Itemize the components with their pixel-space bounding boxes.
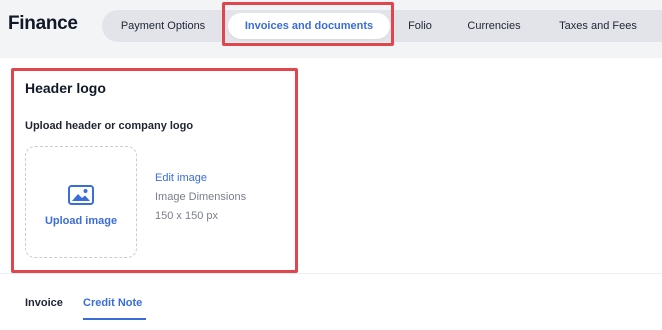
section-divider (0, 273, 662, 274)
page-title: Finance (8, 13, 78, 34)
tab-folio[interactable]: Folio (398, 13, 442, 39)
upload-image-dropzone[interactable]: Upload image (25, 146, 137, 258)
section-subtitle: Upload header or company logo (25, 120, 194, 132)
image-dimensions-label: Image Dimensions (155, 191, 247, 203)
finance-tab-bar: Payment Options Invoices and documents F… (102, 10, 662, 42)
top-bar: Finance Payment Options Invoices and doc… (0, 0, 662, 58)
tab-taxes-and-fees[interactable]: Taxes and Fees (542, 13, 654, 39)
image-dimensions-value: 150 x 150 px (155, 210, 218, 222)
tab-payment-options[interactable]: Payment Options (104, 13, 222, 39)
tab-currencies[interactable]: Currencies (452, 13, 536, 39)
active-tab-underline (83, 318, 146, 320)
doc-tab-invoice[interactable]: Invoice (25, 297, 63, 309)
section-title: Header logo (25, 80, 106, 96)
doc-tab-credit-note[interactable]: Credit Note (83, 297, 142, 309)
edit-image-link[interactable]: Edit image (155, 172, 207, 184)
upload-image-label: Upload image (44, 215, 118, 227)
image-icon (68, 185, 94, 205)
tab-invoices-and-documents[interactable]: Invoices and documents (228, 13, 390, 39)
